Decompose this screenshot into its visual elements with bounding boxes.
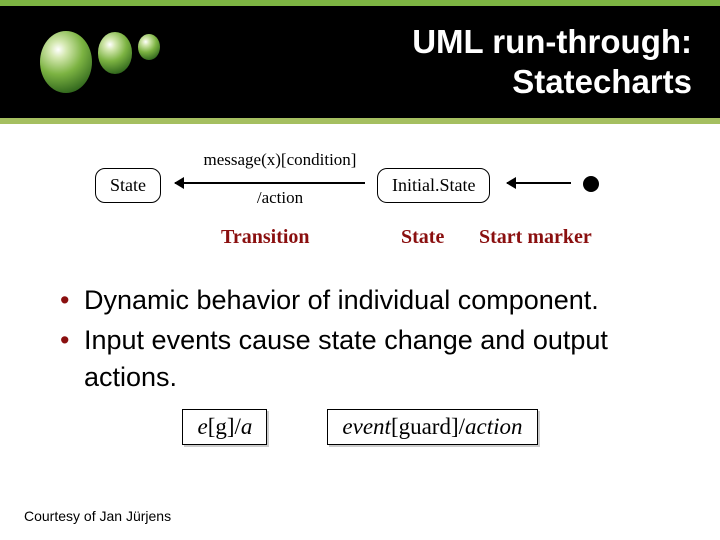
- notation-short: e[g]/a: [182, 409, 267, 445]
- slide-title: UML run-through: Statecharts: [160, 22, 720, 101]
- state-node: State: [95, 168, 161, 203]
- bullet-item: Dynamic behavior of individual component…: [60, 282, 680, 318]
- notation-event: event: [342, 414, 391, 439]
- bullet-item: Input events cause state change and outp…: [60, 322, 680, 395]
- start-arrow: [507, 182, 571, 184]
- notation-long: event[guard]/action: [327, 409, 537, 445]
- notation-g: [g]/: [208, 414, 241, 439]
- sphere-icon: [138, 34, 160, 60]
- sphere-icon: [40, 31, 92, 93]
- footer-courtesy: Courtesy of Jan Jürjens: [24, 508, 171, 524]
- transition-action: /action: [185, 188, 375, 208]
- start-marker-icon: [583, 176, 599, 192]
- bullet-list: Dynamic behavior of individual component…: [0, 268, 720, 395]
- transition-message: message(x)[condition]: [185, 150, 375, 170]
- label-start-marker: Start marker: [479, 226, 592, 249]
- label-transition: Transition: [221, 226, 310, 249]
- notation-action: action: [465, 414, 523, 439]
- notation-a: a: [241, 414, 253, 439]
- notation-guard: [guard]/: [391, 414, 465, 439]
- title-line-1: UML run-through:: [412, 23, 692, 60]
- initial-state-node: Initial.State: [377, 168, 490, 203]
- transition-arrow: [175, 182, 365, 184]
- sphere-icon: [98, 32, 133, 74]
- statechart-diagram: State message(x)[condition] /action Init…: [0, 124, 720, 268]
- logo-area: [0, 6, 160, 118]
- notation-row: e[g]/a event[guard]/action: [0, 399, 720, 445]
- label-state: State: [401, 226, 444, 249]
- slide-header: UML run-through: Statecharts: [0, 6, 720, 118]
- notation-e: e: [197, 414, 207, 439]
- title-line-2: Statecharts: [512, 63, 692, 100]
